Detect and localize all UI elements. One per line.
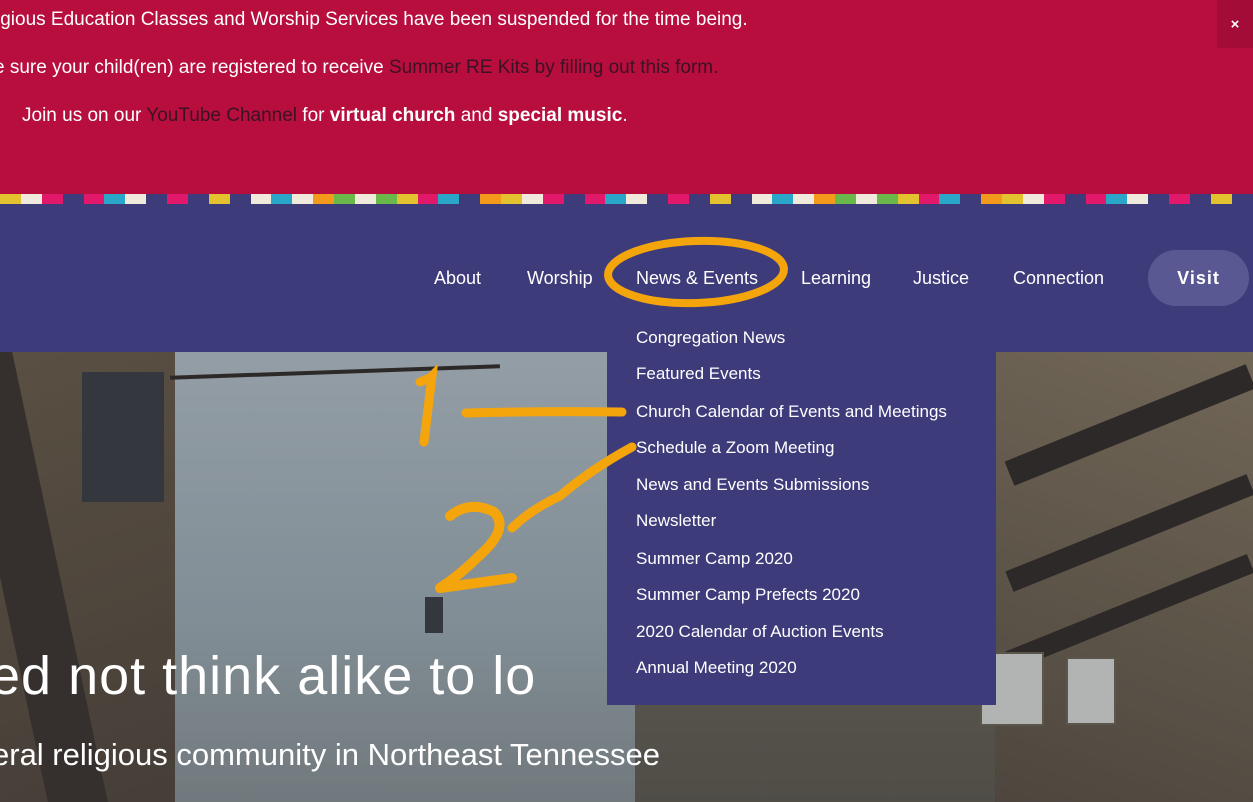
stripe-segment <box>20 194 42 204</box>
banner-text-2-by: by <box>529 57 561 78</box>
stripe-segment <box>730 194 752 204</box>
stripe-segment <box>375 194 397 204</box>
nav-news-events[interactable]: News & Events <box>636 268 758 289</box>
stripe-segment <box>1085 194 1107 204</box>
nav-learning[interactable]: Learning <box>801 268 871 289</box>
stripe-segment <box>146 194 167 204</box>
stripe-segment <box>250 194 272 204</box>
stripe-segment <box>480 194 501 204</box>
dropdown-item-annual-meeting[interactable]: Annual Meeting 2020 <box>636 658 797 678</box>
nav-about[interactable]: About <box>434 268 481 289</box>
stripe-segment <box>167 194 188 204</box>
dropdown-item-congregation-news[interactable]: Congregation News <box>636 328 785 348</box>
stripe-segment <box>1043 194 1065 204</box>
stripe-segment <box>208 194 230 204</box>
stripe-segment <box>668 194 689 204</box>
stripe-segment <box>605 194 627 204</box>
banner-text-3-and: and <box>455 105 498 126</box>
banner-text-2: e sure your child(ren) are registered to… <box>0 57 389 78</box>
stripe-segment <box>1148 194 1169 204</box>
dropdown-item-summer-camp-prefects[interactable]: Summer Camp Prefects 2020 <box>636 585 860 605</box>
stripe-segment <box>1210 194 1232 204</box>
stripe-segment <box>793 194 815 204</box>
visit-button[interactable]: Visit <box>1148 250 1249 306</box>
stripe-segment <box>939 194 961 204</box>
banner-text-3-end: . <box>622 105 628 126</box>
dropdown-item-featured-events[interactable]: Featured Events <box>636 364 761 384</box>
banner-line-3: Join us on our YouTube Channel for virtu… <box>22 105 628 127</box>
stripe-segment <box>187 194 209 204</box>
decorative-stripe <box>0 194 1253 204</box>
stripe-segment <box>647 194 668 204</box>
stripe-segment <box>960 194 982 204</box>
stripe-segment <box>104 194 126 204</box>
stripe-segment <box>417 194 439 204</box>
close-banner-button[interactable]: × <box>1217 0 1253 48</box>
nav-worship[interactable]: Worship <box>527 268 593 289</box>
stripe-segment <box>897 194 919 204</box>
stripe-segment <box>1169 194 1190 204</box>
stripe-segment <box>1127 194 1149 204</box>
stripe-segment <box>1231 194 1253 204</box>
stripe-segment <box>229 194 251 204</box>
stripe-segment <box>814 194 835 204</box>
stripe-segment <box>62 194 84 204</box>
youtube-channel-link[interactable]: YouTube Channel <box>146 105 297 126</box>
stripe-segment <box>1106 194 1128 204</box>
banner-text-1: igious Education Classes and Worship Ser… <box>0 9 748 30</box>
stripe-segment <box>751 194 773 204</box>
stripe-segment <box>459 194 481 204</box>
stripe-segment <box>626 194 648 204</box>
banner-text-3: Join us on our <box>22 105 147 126</box>
stripe-segment <box>292 194 314 204</box>
stripe-segment <box>1064 194 1086 204</box>
dropdown-item-auction-calendar[interactable]: 2020 Calendar of Auction Events <box>636 622 884 642</box>
nav-connection[interactable]: Connection <box>1013 268 1104 289</box>
banner-line-2: e sure your child(ren) are registered to… <box>0 57 718 79</box>
banner-virtual-church: virtual church <box>329 105 456 126</box>
stripe-segment <box>396 194 418 204</box>
hero-title: ed not think alike to lo <box>0 646 537 706</box>
stripe-segment <box>876 194 898 204</box>
stripe-segment <box>688 194 710 204</box>
stripe-segment <box>313 194 334 204</box>
stripe-segment <box>835 194 856 204</box>
summer-re-kits-link[interactable]: Summer RE Kits <box>389 57 529 78</box>
dropdown-item-schedule-zoom[interactable]: Schedule a Zoom Meeting <box>636 438 834 458</box>
dropdown-item-newsletter[interactable]: Newsletter <box>636 511 716 531</box>
stripe-segment <box>0 194 21 204</box>
stripe-segment <box>709 194 731 204</box>
banner-text-3-for: for <box>297 105 330 126</box>
stripe-segment <box>1022 194 1044 204</box>
stripe-segment <box>41 194 63 204</box>
stripe-segment <box>772 194 794 204</box>
stripe-segment <box>918 194 940 204</box>
stripe-segment <box>438 194 460 204</box>
stripe-segment <box>1189 194 1211 204</box>
stripe-segment <box>855 194 877 204</box>
nav-justice[interactable]: Justice <box>913 268 969 289</box>
stripe-segment <box>83 194 105 204</box>
stripe-segment <box>501 194 522 204</box>
registration-form-link[interactable]: filling out this form. <box>560 57 718 78</box>
dropdown-item-church-calendar[interactable]: Church Calendar of Events and Meetings <box>636 402 947 422</box>
stripe-segment <box>334 194 355 204</box>
dropdown-item-summer-camp[interactable]: Summer Camp 2020 <box>636 549 793 569</box>
stripe-segment <box>521 194 543 204</box>
stripe-segment <box>354 194 376 204</box>
stripe-segment <box>1002 194 1023 204</box>
stripe-segment <box>584 194 606 204</box>
announcement-banner: igious Education Classes and Worship Ser… <box>0 0 1253 194</box>
close-icon: × <box>1230 15 1240 33</box>
stripe-segment <box>125 194 147 204</box>
hero-subtitle: eral religious community in Northeast Te… <box>0 737 660 772</box>
banner-special-music: special music <box>497 105 623 126</box>
dropdown-item-submissions[interactable]: News and Events Submissions <box>636 475 869 495</box>
banner-line-1: igious Education Classes and Worship Ser… <box>0 9 748 31</box>
stripe-segment <box>981 194 1002 204</box>
stripe-segment <box>563 194 585 204</box>
stripe-segment <box>542 194 564 204</box>
stripe-segment <box>271 194 293 204</box>
